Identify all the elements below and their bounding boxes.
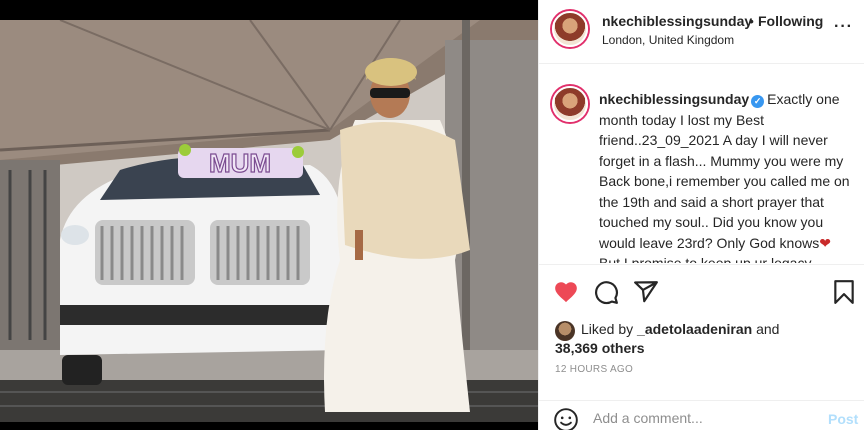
action-bar [539, 264, 864, 320]
comment-bubble-icon[interactable] [593, 279, 619, 305]
liked-by-and: and [756, 321, 780, 337]
heart-filled-icon[interactable] [553, 279, 579, 305]
mum-sign-text: MUM [209, 148, 271, 178]
liker-username[interactable]: _adetolaadeniran [637, 321, 752, 337]
more-options-icon[interactable]: ··· [834, 18, 853, 36]
caption-author-avatar[interactable] [552, 86, 588, 122]
liked-by-prefix: Liked by [581, 321, 634, 337]
caption-text: nkechiblessingsunday ✓ Exactly one month t… [599, 89, 857, 263]
liker-avatar[interactable] [555, 321, 575, 341]
verified-badge-icon: ✓ [751, 95, 765, 108]
post-image: MUM [0, 20, 538, 422]
comment-input[interactable] [593, 410, 813, 426]
caption-username[interactable]: nkechiblessingsunday [599, 91, 749, 107]
separator-dot: • [749, 13, 754, 29]
red-heart-emoji: ❤ [819, 234, 831, 251]
likes-section: Liked by _adetolaadeniran and 38,369 oth… [539, 316, 864, 358]
post-header: nkechiblessingsunday • Following London,… [539, 0, 864, 64]
post-timestamp[interactable]: 12 HOURS AGO [555, 364, 633, 375]
emoji-smiley-icon[interactable] [553, 407, 579, 430]
post-side-panel: nkechiblessingsunday • Following London,… [538, 0, 864, 430]
caption-body-continued: But I promise to keep up ur legacy. Mumm… [599, 255, 815, 263]
bookmark-icon[interactable] [831, 279, 857, 305]
caption-area: nkechiblessingsunday ✓ Exactly one month t… [539, 65, 864, 263]
post-photo[interactable]: MUM [0, 20, 538, 422]
author-avatar[interactable] [552, 11, 588, 47]
comment-bar: Post [539, 400, 864, 430]
following-button[interactable]: Following [758, 13, 823, 29]
author-username[interactable]: nkechiblessingsunday [602, 13, 752, 29]
caption-body: Exactly one month today I lost my Best f… [599, 91, 850, 251]
paper-plane-icon[interactable] [633, 279, 659, 305]
likes-count-link[interactable]: 38,369 others [555, 340, 645, 356]
liked-by-line: Liked by _adetolaadeniran and [581, 321, 779, 337]
location-link[interactable]: London, United Kingdom [602, 33, 734, 47]
instagram-post-window: MUM nkechiblessingsunday • Following Lon… [0, 0, 864, 430]
post-comment-button[interactable]: Post [828, 411, 858, 427]
